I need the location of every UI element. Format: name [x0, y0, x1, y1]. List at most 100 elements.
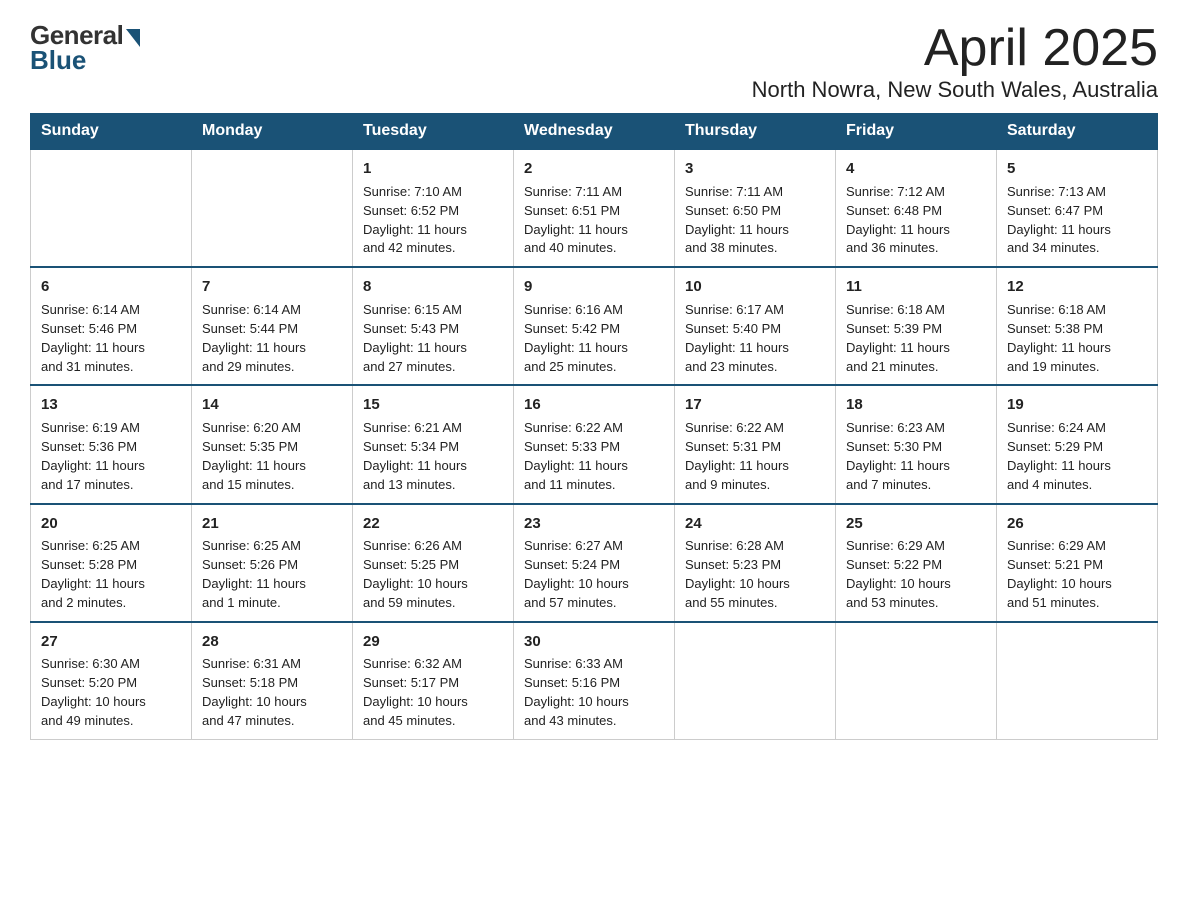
day-info: Sunrise: 6:26 AMSunset: 5:25 PMDaylight:…	[363, 537, 503, 612]
logo: General Blue	[30, 20, 140, 76]
calendar-cell: 13 Sunrise: 6:19 AMSunset: 5:36 PMDayligh…	[31, 385, 192, 503]
day-info: Sunrise: 6:19 AMSunset: 5:36 PMDaylight:…	[41, 419, 181, 494]
calendar-cell: 23Sunrise: 6:27 AMSunset: 5:24 PMDayligh…	[514, 504, 675, 622]
day-info: Sunrise: 7:13 AMSunset: 6:47 PMDaylight:…	[1007, 183, 1147, 258]
header-monday: Monday	[192, 114, 353, 150]
day-number: 14	[202, 394, 342, 416]
calendar-cell: 9 Sunrise: 6:16 AMSunset: 5:42 PMDaylight…	[514, 267, 675, 385]
calendar-cell: 12Sunrise: 6:18 AMSunset: 5:38 PMDayligh…	[997, 267, 1158, 385]
day-info: Sunrise: 7:11 AMSunset: 6:50 PMDaylight:…	[685, 183, 825, 258]
day-info: Sunrise: 6:21 AMSunset: 5:34 PMDaylight:…	[363, 419, 503, 494]
day-info: Sunrise: 6:23 AMSunset: 5:30 PMDaylight:…	[846, 419, 986, 494]
calendar-cell: 29Sunrise: 6:32 AMSunset: 5:17 PMDayligh…	[353, 622, 514, 740]
day-number: 15	[363, 394, 503, 416]
calendar-cell: 4Sunrise: 7:12 AMSunset: 6:48 PMDaylight…	[836, 149, 997, 267]
day-number: 20	[41, 513, 181, 535]
calendar-header-row: Sunday Monday Tuesday Wednesday Thursday…	[31, 114, 1158, 150]
day-number: 29	[363, 631, 503, 653]
day-number: 23	[524, 513, 664, 535]
day-number: 13	[41, 394, 181, 416]
day-number: 9	[524, 276, 664, 298]
calendar-cell: 15 Sunrise: 6:21 AMSunset: 5:34 PMDayligh…	[353, 385, 514, 503]
day-info: Sunrise: 6:14 AMSunset: 5:44 PMDaylight:…	[202, 301, 342, 376]
day-number: 28	[202, 631, 342, 653]
logo-arrow-icon	[126, 29, 140, 47]
logo-blue-text: Blue	[30, 45, 86, 76]
week-row-4: 20Sunrise: 6:25 AMSunset: 5:28 PMDayligh…	[31, 504, 1158, 622]
week-row-1: 1 Sunrise: 7:10 AMSunset: 6:52 PMDaylight…	[31, 149, 1158, 267]
calendar-cell: 14 Sunrise: 6:20 AMSunset: 5:35 PMDayligh…	[192, 385, 353, 503]
calendar-table: Sunday Monday Tuesday Wednesday Thursday…	[30, 113, 1158, 740]
header-tuesday: Tuesday	[353, 114, 514, 150]
day-number: 4	[846, 158, 986, 180]
title-section: April 2025 North Nowra, New South Wales,…	[752, 20, 1158, 103]
header-thursday: Thursday	[675, 114, 836, 150]
calendar-cell: 20Sunrise: 6:25 AMSunset: 5:28 PMDayligh…	[31, 504, 192, 622]
day-number: 22	[363, 513, 503, 535]
day-number: 2	[524, 158, 664, 180]
day-number: 1	[363, 158, 503, 180]
calendar-cell	[836, 622, 997, 740]
day-number: 11	[846, 276, 986, 298]
day-number: 26	[1007, 513, 1147, 535]
calendar-cell: 7 Sunrise: 6:14 AMSunset: 5:44 PMDaylight…	[192, 267, 353, 385]
month-title: April 2025	[752, 20, 1158, 77]
header-saturday: Saturday	[997, 114, 1158, 150]
day-info: Sunrise: 6:17 AMSunset: 5:40 PMDaylight:…	[685, 301, 825, 376]
day-info: Sunrise: 7:10 AMSunset: 6:52 PMDaylight:…	[363, 183, 503, 258]
day-info: Sunrise: 6:25 AMSunset: 5:26 PMDaylight:…	[202, 537, 342, 612]
calendar-cell	[997, 622, 1158, 740]
day-info: Sunrise: 6:18 AMSunset: 5:39 PMDaylight:…	[846, 301, 986, 376]
day-info: Sunrise: 6:31 AMSunset: 5:18 PMDaylight:…	[202, 655, 342, 730]
header-friday: Friday	[836, 114, 997, 150]
calendar-cell: 24Sunrise: 6:28 AMSunset: 5:23 PMDayligh…	[675, 504, 836, 622]
calendar-cell: 1 Sunrise: 7:10 AMSunset: 6:52 PMDaylight…	[353, 149, 514, 267]
day-info: Sunrise: 6:29 AMSunset: 5:21 PMDaylight:…	[1007, 537, 1147, 612]
day-info: Sunrise: 6:33 AMSunset: 5:16 PMDaylight:…	[524, 655, 664, 730]
day-number: 5	[1007, 158, 1147, 180]
calendar-cell: 11 Sunrise: 6:18 AMSunset: 5:39 PMDayligh…	[836, 267, 997, 385]
calendar-cell: 19Sunrise: 6:24 AMSunset: 5:29 PMDayligh…	[997, 385, 1158, 503]
day-info: Sunrise: 6:20 AMSunset: 5:35 PMDaylight:…	[202, 419, 342, 494]
day-info: Sunrise: 6:16 AMSunset: 5:42 PMDaylight:…	[524, 301, 664, 376]
day-info: Sunrise: 6:24 AMSunset: 5:29 PMDaylight:…	[1007, 419, 1147, 494]
calendar-cell	[31, 149, 192, 267]
calendar-cell: 21Sunrise: 6:25 AMSunset: 5:26 PMDayligh…	[192, 504, 353, 622]
day-info: Sunrise: 6:32 AMSunset: 5:17 PMDaylight:…	[363, 655, 503, 730]
calendar-cell: 26Sunrise: 6:29 AMSunset: 5:21 PMDayligh…	[997, 504, 1158, 622]
day-number: 18	[846, 394, 986, 416]
header-sunday: Sunday	[31, 114, 192, 150]
day-info: Sunrise: 6:14 AMSunset: 5:46 PMDaylight:…	[41, 301, 181, 376]
day-number: 21	[202, 513, 342, 535]
week-row-5: 27Sunrise: 6:30 AMSunset: 5:20 PMDayligh…	[31, 622, 1158, 740]
day-info: Sunrise: 6:25 AMSunset: 5:28 PMDaylight:…	[41, 537, 181, 612]
day-info: Sunrise: 6:22 AMSunset: 5:33 PMDaylight:…	[524, 419, 664, 494]
day-number: 8	[363, 276, 503, 298]
calendar-cell: 6Sunrise: 6:14 AMSunset: 5:46 PMDaylight…	[31, 267, 192, 385]
calendar-cell: 30Sunrise: 6:33 AMSunset: 5:16 PMDayligh…	[514, 622, 675, 740]
location-title: North Nowra, New South Wales, Australia	[752, 77, 1158, 103]
calendar-cell: 10Sunrise: 6:17 AMSunset: 5:40 PMDayligh…	[675, 267, 836, 385]
calendar-cell: 3Sunrise: 7:11 AMSunset: 6:50 PMDaylight…	[675, 149, 836, 267]
day-info: Sunrise: 6:18 AMSunset: 5:38 PMDaylight:…	[1007, 301, 1147, 376]
day-info: Sunrise: 7:11 AMSunset: 6:51 PMDaylight:…	[524, 183, 664, 258]
calendar-cell: 17Sunrise: 6:22 AMSunset: 5:31 PMDayligh…	[675, 385, 836, 503]
week-row-2: 6Sunrise: 6:14 AMSunset: 5:46 PMDaylight…	[31, 267, 1158, 385]
calendar-cell: 8Sunrise: 6:15 AMSunset: 5:43 PMDaylight…	[353, 267, 514, 385]
day-number: 24	[685, 513, 825, 535]
week-row-3: 13 Sunrise: 6:19 AMSunset: 5:36 PMDayligh…	[31, 385, 1158, 503]
header-wednesday: Wednesday	[514, 114, 675, 150]
day-info: Sunrise: 6:28 AMSunset: 5:23 PMDaylight:…	[685, 537, 825, 612]
calendar-cell: 18 Sunrise: 6:23 AMSunset: 5:30 PMDayligh…	[836, 385, 997, 503]
day-number: 17	[685, 394, 825, 416]
calendar-cell: 2 Sunrise: 7:11 AMSunset: 6:51 PMDaylight…	[514, 149, 675, 267]
calendar-cell: 28Sunrise: 6:31 AMSunset: 5:18 PMDayligh…	[192, 622, 353, 740]
day-info: Sunrise: 6:30 AMSunset: 5:20 PMDaylight:…	[41, 655, 181, 730]
calendar-cell: 22Sunrise: 6:26 AMSunset: 5:25 PMDayligh…	[353, 504, 514, 622]
day-number: 16	[524, 394, 664, 416]
calendar-cell	[675, 622, 836, 740]
page-header: General Blue April 2025 North Nowra, New…	[30, 20, 1158, 103]
day-number: 27	[41, 631, 181, 653]
day-number: 7	[202, 276, 342, 298]
calendar-cell: 27Sunrise: 6:30 AMSunset: 5:20 PMDayligh…	[31, 622, 192, 740]
